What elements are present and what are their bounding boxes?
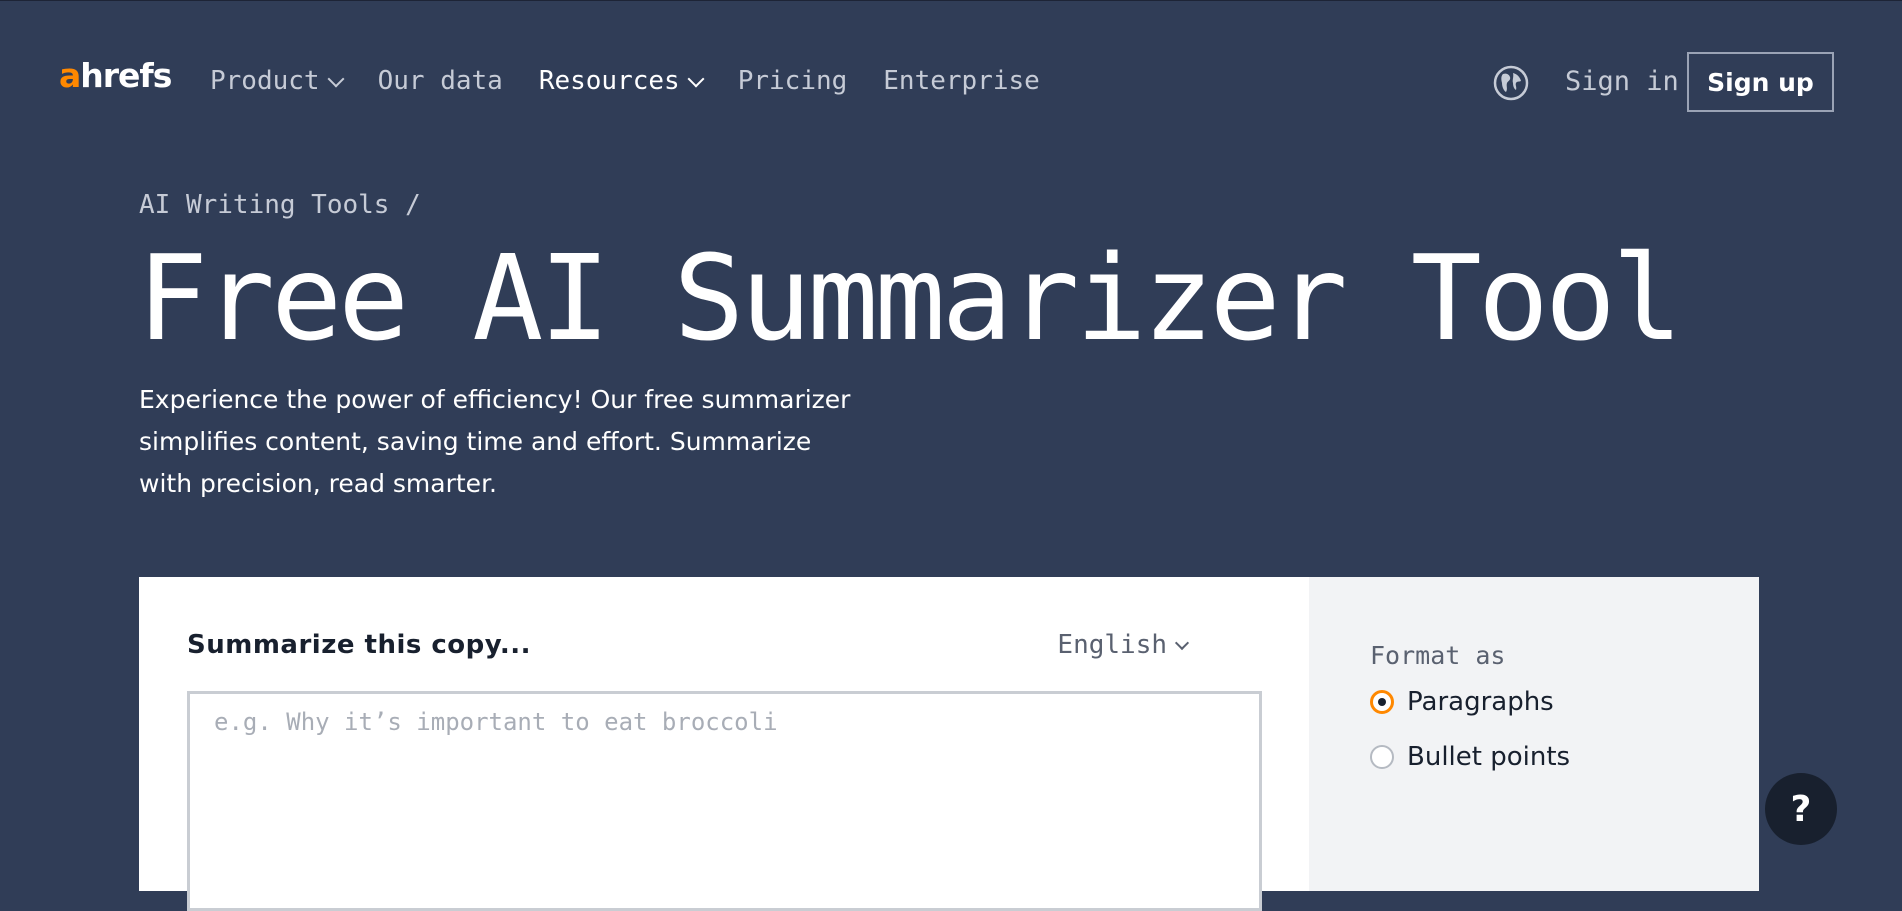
breadcrumb-separator: / xyxy=(405,190,421,220)
nav-product-label: Product xyxy=(210,66,320,96)
nav-pricing[interactable]: Pricing xyxy=(738,66,848,96)
format-panel: Format as Paragraphs Bullet points xyxy=(1309,577,1759,891)
sign-in-link[interactable]: Sign in xyxy=(1565,66,1679,97)
language-select[interactable]: English xyxy=(1057,630,1190,660)
breadcrumb: AI Writing Tools / xyxy=(139,190,421,220)
nav-pricing-label: Pricing xyxy=(737,66,848,96)
chevron-down-icon xyxy=(327,70,345,88)
input-label: Summarize this copy... xyxy=(187,630,531,660)
summary-input[interactable] xyxy=(187,691,1262,911)
nav-resources[interactable]: Resources xyxy=(538,66,705,96)
radio-paragraphs-label: Paragraphs xyxy=(1407,687,1554,717)
nav-enterprise[interactable]: Enterprise xyxy=(883,66,1040,96)
help-button[interactable]: ? xyxy=(1765,773,1837,845)
radio-bullet-points[interactable] xyxy=(1370,745,1394,769)
top-border xyxy=(0,0,1902,1)
nav-enterprise-label: Enterprise xyxy=(883,66,1040,96)
nav-our-data[interactable]: Our data xyxy=(378,66,503,96)
globe-icon[interactable] xyxy=(1493,65,1529,101)
input-panel: Summarize this copy... English xyxy=(139,577,1309,911)
radio-paragraphs[interactable] xyxy=(1370,690,1394,714)
chevron-down-icon xyxy=(1174,635,1190,651)
format-label: Format as xyxy=(1370,641,1506,670)
ahrefs-logo[interactable]: ahrefs xyxy=(59,56,172,96)
chevron-down-icon xyxy=(687,70,705,88)
breadcrumb-ai-writing-tools[interactable]: AI Writing Tools xyxy=(139,190,389,220)
sign-up-button[interactable]: Sign up xyxy=(1687,52,1834,112)
main-nav: Product Our data Resources Pricing Enter… xyxy=(210,62,1076,100)
format-option-paragraphs[interactable]: Paragraphs xyxy=(1370,687,1554,717)
format-option-bullet-points[interactable]: Bullet points xyxy=(1370,742,1570,772)
radio-bullet-points-label: Bullet points xyxy=(1407,742,1571,772)
page-subtitle: Experience the power of efficiency! Our … xyxy=(139,385,851,498)
nav-our-data-label: Our data xyxy=(377,66,503,96)
nav-product[interactable]: Product xyxy=(210,66,345,96)
page-title: Free AI Summarizer Tool xyxy=(137,229,1683,367)
language-value: English xyxy=(1057,630,1167,660)
summarizer-card: Summarize this copy... English Format as… xyxy=(139,577,1759,911)
nav-resources-label: Resources xyxy=(538,66,680,96)
